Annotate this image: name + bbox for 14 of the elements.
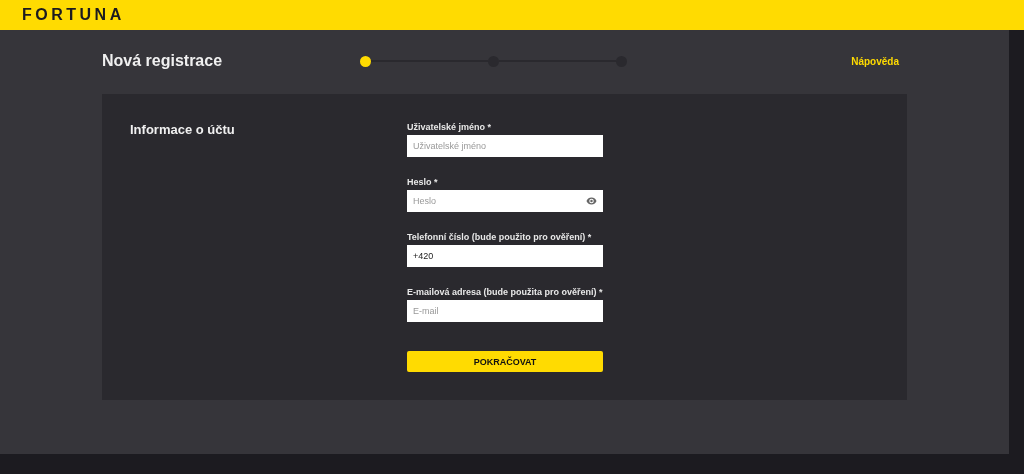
input-field[interactable]: E-mail [407, 300, 603, 322]
field-label: Heslo * [407, 177, 439, 187]
field-label: Telefonní číslo (bude použito pro ověření) * [407, 232, 593, 242]
page-title: Nová registrace [102, 52, 224, 70]
input-field[interactable]: +420 [407, 245, 603, 267]
help-link[interactable]: Nápověda [851, 55, 899, 67]
field-label: E-mailová adresa (bude použita pro ověření) * [407, 287, 603, 297]
input-field[interactable]: Heslo [407, 190, 603, 212]
continue-button[interactable]: POKRAČOVAT [407, 351, 603, 372]
field-label: Uživatelské jméno * [407, 122, 493, 132]
section-title: Informace o účtu [130, 122, 236, 139]
logo[interactable]: FORTUNA [22, 6, 125, 24]
eye-icon[interactable] [586, 197, 597, 205]
input-field[interactable]: Uživatelské jméno [407, 135, 603, 157]
